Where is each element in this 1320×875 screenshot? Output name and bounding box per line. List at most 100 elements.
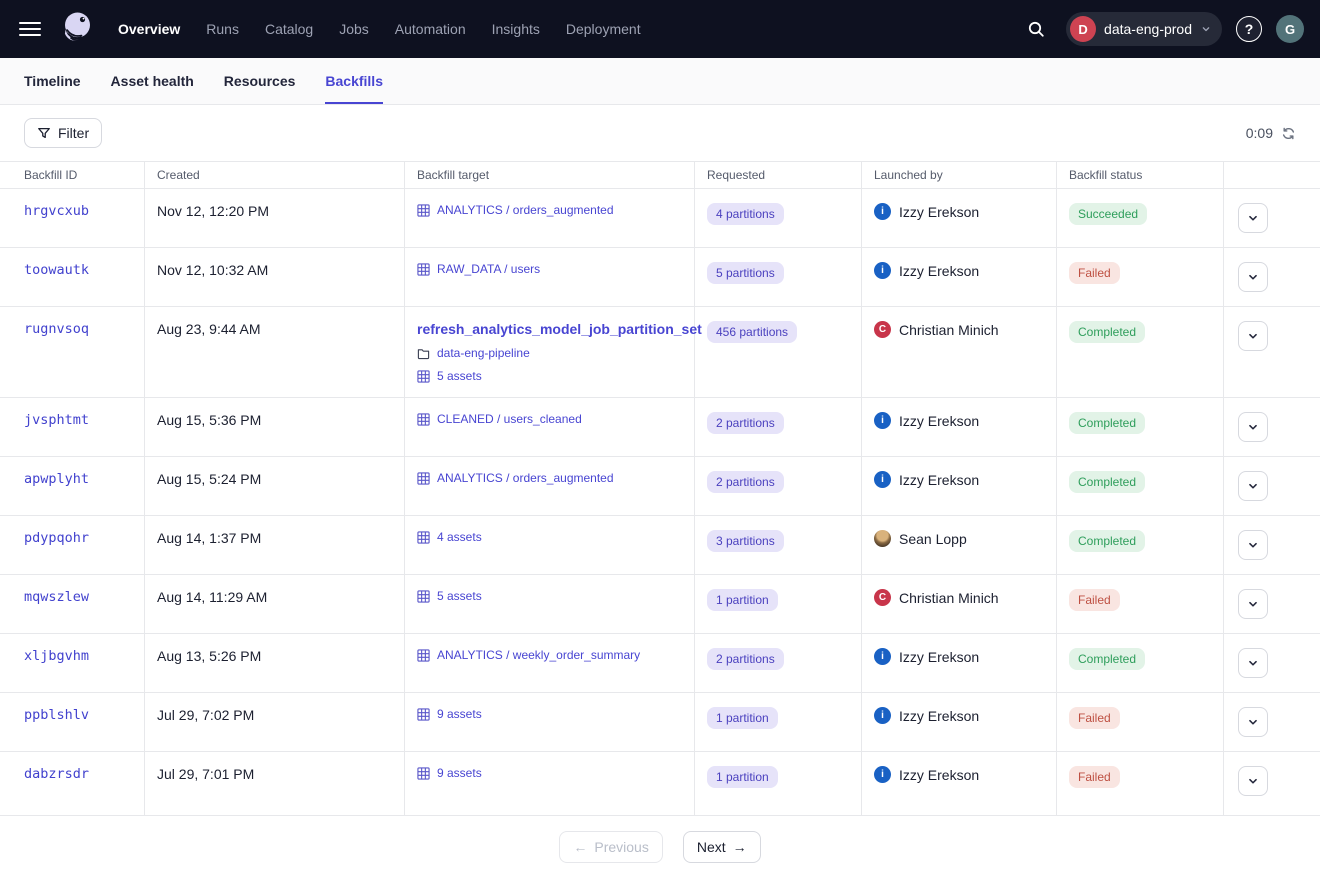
table-row: xljbgvhmAug 13, 5:26 PMANALYTICS / weekl… bbox=[0, 634, 1320, 693]
code-location-link[interactable]: data-eng-pipeline bbox=[437, 346, 530, 360]
backfill-id-link[interactable]: rugnvsoq bbox=[24, 321, 89, 337]
launched-by-name: Izzy Erekson bbox=[899, 413, 979, 429]
dagster-logo[interactable] bbox=[56, 7, 96, 51]
backfill-id-link[interactable]: dabzrsdr bbox=[24, 766, 89, 782]
backfill-id-link[interactable]: hrgvcxub bbox=[24, 203, 89, 219]
asset-target-link[interactable]: 9 assets bbox=[437, 707, 482, 721]
cell-backfill-target: ANALYTICS / orders_augmented bbox=[405, 189, 695, 247]
cell-backfill-id: hrgvcxub bbox=[0, 189, 145, 247]
cell-requested: 3 partitions bbox=[695, 516, 862, 574]
status-badge: Completed bbox=[1069, 471, 1145, 493]
table-row: apwplyht Aug 15, 5:24 PM ANALYTICS / order… bbox=[0, 457, 1320, 516]
asset-target-link[interactable]: CLEANED / users_cleaned bbox=[437, 412, 582, 426]
partitions-badge: 4 partitions bbox=[707, 203, 784, 225]
row-menu-button[interactable] bbox=[1238, 766, 1268, 796]
asset-table-icon bbox=[417, 413, 430, 426]
cell-requested: 2 partitions bbox=[695, 398, 862, 456]
pagination: ← Previous Next → bbox=[0, 831, 1320, 863]
cell-requested: 1 partition bbox=[695, 575, 862, 633]
help-icon[interactable]: ? bbox=[1236, 16, 1262, 42]
search-icon[interactable] bbox=[1020, 13, 1052, 45]
deployment-switcher[interactable]: D data-eng-prod bbox=[1066, 12, 1222, 46]
launched-by-name: Izzy Erekson bbox=[899, 472, 979, 488]
cell-created: Aug 15, 5:24 PM bbox=[145, 457, 405, 515]
cell-actions bbox=[1224, 752, 1320, 815]
backfill-id-link[interactable]: apwplyht bbox=[24, 471, 89, 487]
cell-requested: 5 partitions bbox=[695, 248, 862, 306]
chevron-down-icon bbox=[1246, 211, 1260, 225]
row-menu-button[interactable] bbox=[1238, 648, 1268, 678]
row-menu-button[interactable] bbox=[1238, 471, 1268, 501]
tab-timeline[interactable]: Timeline bbox=[24, 58, 81, 104]
cell-backfill-status: Completed bbox=[1057, 516, 1224, 574]
job-target-link[interactable]: refresh_analytics_model_job_partition_se… bbox=[417, 321, 702, 337]
nav-item-automation[interactable]: Automation bbox=[395, 21, 466, 37]
cell-actions bbox=[1224, 575, 1320, 633]
cell-backfill-status: Failed bbox=[1057, 248, 1224, 306]
asset-target-link[interactable]: ANALYTICS / orders_augmented bbox=[437, 471, 614, 485]
row-menu-button[interactable] bbox=[1238, 412, 1268, 442]
filter-label: Filter bbox=[58, 125, 89, 141]
row-menu-button[interactable] bbox=[1238, 262, 1268, 292]
next-page-button[interactable]: Next → bbox=[683, 831, 761, 863]
tab-asset-health[interactable]: Asset health bbox=[111, 58, 194, 104]
status-badge: Completed bbox=[1069, 648, 1145, 670]
tab-bar: Timeline Asset health Resources Backfills bbox=[0, 58, 1320, 105]
chevron-down-icon bbox=[1246, 329, 1260, 343]
user-avatar-icon: C bbox=[874, 321, 891, 338]
backfill-id-link[interactable]: mqwszlew bbox=[24, 589, 89, 605]
asset-target-link[interactable]: ANALYTICS / orders_augmented bbox=[437, 203, 614, 217]
refresh-icon[interactable] bbox=[1281, 126, 1296, 141]
backfill-id-link[interactable]: pdypqohr bbox=[24, 530, 89, 546]
asset-target-link[interactable]: 4 assets bbox=[437, 530, 482, 544]
previous-page-button[interactable]: ← Previous bbox=[559, 831, 662, 863]
toolbar: Filter 0:09 bbox=[0, 105, 1320, 161]
status-badge: Completed bbox=[1069, 321, 1145, 343]
cell-created: Aug 14, 1:37 PM bbox=[145, 516, 405, 574]
row-menu-button[interactable] bbox=[1238, 530, 1268, 560]
asset-table-icon bbox=[417, 263, 430, 276]
nav-item-insights[interactable]: Insights bbox=[492, 21, 540, 37]
asset-target-link[interactable]: 5 assets bbox=[437, 589, 482, 603]
row-menu-button[interactable] bbox=[1238, 203, 1268, 233]
asset-target-link[interactable]: 9 assets bbox=[437, 766, 482, 780]
nav-item-runs[interactable]: Runs bbox=[206, 21, 239, 37]
backfill-id-link[interactable]: jvsphtmt bbox=[24, 412, 89, 428]
assets-count-link[interactable]: 5 assets bbox=[437, 369, 482, 383]
nav-item-overview[interactable]: Overview bbox=[118, 21, 180, 37]
nav-item-jobs[interactable]: Jobs bbox=[339, 21, 369, 37]
chevron-down-icon bbox=[1200, 23, 1212, 35]
partitions-badge: 5 partitions bbox=[707, 262, 784, 284]
table-row: ppblshlvJul 29, 7:02 PM9 assets1 partiti… bbox=[0, 693, 1320, 752]
table-header-row: Backfill IDCreatedBackfill targetRequest… bbox=[0, 162, 1320, 189]
backfill-id-link[interactable]: xljbgvhm bbox=[24, 648, 89, 664]
backfill-id-link[interactable]: ppblshlv bbox=[24, 707, 89, 723]
hamburger-menu-icon[interactable] bbox=[16, 15, 44, 43]
column-header-launched-by: Launched by bbox=[862, 162, 1057, 188]
asset-table-icon bbox=[417, 531, 430, 544]
folder-icon bbox=[417, 347, 430, 360]
launched-by-name: Izzy Erekson bbox=[899, 649, 979, 665]
table-row: jvsphtmtAug 15, 5:36 PMCLEANED / users_c… bbox=[0, 398, 1320, 457]
partitions-badge: 2 partitions bbox=[707, 648, 784, 670]
tab-resources[interactable]: Resources bbox=[224, 58, 296, 104]
nav-item-catalog[interactable]: Catalog bbox=[265, 21, 313, 37]
primary-nav: Overview Runs Catalog Jobs Automation Insight… bbox=[118, 21, 641, 37]
backfill-id-link[interactable]: toowautk bbox=[24, 262, 89, 278]
launched-by-name: Izzy Erekson bbox=[899, 767, 979, 783]
column-header-backfill-target: Backfill target bbox=[405, 162, 695, 188]
asset-target-link[interactable]: ANALYTICS / weekly_order_summary bbox=[437, 648, 640, 662]
table-row: rugnvsoqAug 23, 9:44 AMrefresh_analytics… bbox=[0, 307, 1320, 398]
user-avatar[interactable]: G bbox=[1276, 15, 1304, 43]
status-badge: Failed bbox=[1069, 589, 1120, 611]
filter-button[interactable]: Filter bbox=[24, 118, 102, 148]
cell-backfill-target: refresh_analytics_model_job_partition_se… bbox=[405, 307, 695, 397]
row-menu-button[interactable] bbox=[1238, 321, 1268, 351]
asset-target-link[interactable]: RAW_DATA / users bbox=[437, 262, 540, 276]
row-menu-button[interactable] bbox=[1238, 707, 1268, 737]
tab-backfills[interactable]: Backfills bbox=[325, 58, 383, 104]
row-menu-button[interactable] bbox=[1238, 589, 1268, 619]
nav-item-deployment[interactable]: Deployment bbox=[566, 21, 641, 37]
table-body: hrgvcxubNov 12, 12:20 PMANALYTICS / orde… bbox=[0, 189, 1320, 816]
cell-requested: 2 partitions bbox=[695, 634, 862, 692]
